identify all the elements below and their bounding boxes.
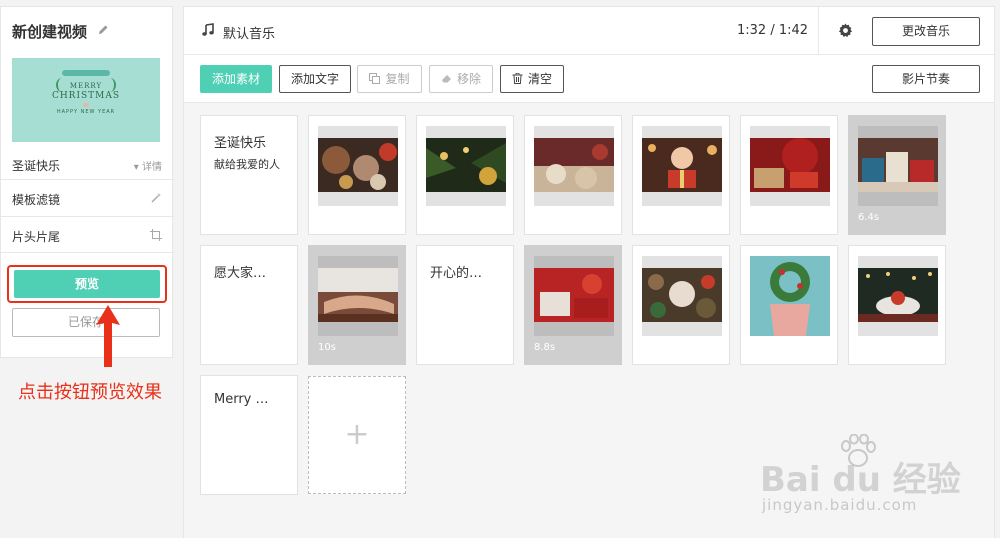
- move-button[interactable]: 移除: [429, 65, 493, 93]
- thumbnail-christmas-text: CHRISTMAS: [51, 91, 121, 101]
- image-card[interactable]: [740, 245, 838, 365]
- header-divider: [818, 7, 819, 55]
- photo-tree-bauble: [426, 138, 506, 192]
- plus-icon: +: [344, 417, 370, 452]
- photo-table-lights: [858, 268, 938, 322]
- text-card-title: 圣诞快乐: [214, 136, 267, 151]
- rhythm-button[interactable]: 影片节奏: [872, 65, 980, 93]
- image-card[interactable]: [848, 245, 946, 365]
- copy-icon: [369, 73, 381, 84]
- music-header: 默认音乐 1:32 / 1:42 更改音乐: [184, 7, 994, 55]
- music-name: 默认音乐: [223, 27, 276, 42]
- text-card[interactable]: 开心的…: [416, 245, 514, 365]
- move-label: 移除: [456, 72, 481, 86]
- pencil-icon[interactable]: [97, 24, 109, 36]
- copy-label: 复制: [385, 72, 410, 86]
- photo-red-gifts: [750, 138, 830, 192]
- filter-label: 模板滤镜: [12, 193, 61, 207]
- image-card[interactable]: [416, 115, 514, 235]
- clear-label: 清空: [527, 72, 552, 86]
- trash-icon: [512, 73, 523, 84]
- duration-label: 10s: [318, 342, 336, 353]
- text-card[interactable]: 愿大家…: [200, 245, 298, 365]
- crop-icon: [150, 229, 162, 241]
- duration-label: 8.8s: [534, 342, 556, 353]
- watermark-url: jingyan.baidu.com: [762, 496, 918, 514]
- clear-button[interactable]: 清空: [500, 65, 564, 93]
- saved-button[interactable]: 已保存: [12, 308, 160, 337]
- photo-hands: [318, 268, 398, 322]
- toolbar: 添加素材 添加文字 复制 移除 清空 影片节奏: [184, 55, 994, 103]
- photo-pinecones: [642, 268, 722, 322]
- watermark: Bai du 经验 jingyan.baidu.com: [760, 434, 975, 524]
- thumbnail-merry-text: MERRY: [69, 82, 103, 90]
- red-arrow-annotation: [96, 305, 120, 367]
- template-thumbnail[interactable]: MERRY CHRISTMAS HAPPY NEW YEAR: [12, 58, 160, 142]
- gear-icon[interactable]: [838, 23, 853, 38]
- preview-button[interactable]: 预览: [14, 270, 160, 298]
- image-card[interactable]: [632, 245, 730, 365]
- photo-wreath-door: [750, 256, 830, 336]
- eraser-icon: [441, 75, 451, 83]
- change-music-button[interactable]: 更改音乐: [872, 17, 980, 46]
- image-card[interactable]: 6.4s: [848, 115, 946, 235]
- add-text-button[interactable]: 添加文字: [279, 65, 351, 93]
- text-card[interactable]: 圣诞快乐 献给我爱的人: [200, 115, 298, 235]
- music-note-icon: [202, 23, 214, 36]
- template-name: 圣诞快乐: [12, 159, 61, 173]
- image-card[interactable]: [740, 115, 838, 235]
- copy-button[interactable]: 复制: [357, 65, 422, 93]
- text-card-title: 开心的…: [430, 266, 483, 281]
- image-card[interactable]: 8.8s: [524, 245, 622, 365]
- photo-gift-box: [534, 268, 614, 322]
- add-clip-button[interactable]: +: [308, 376, 406, 494]
- sidebar: 新创建视频 MERRY CHRISTMAS HAPPY NEW YEAR 圣诞快…: [0, 6, 174, 358]
- image-card[interactable]: [308, 115, 406, 235]
- intro-outro-row[interactable]: 片头片尾: [1, 216, 174, 253]
- image-card[interactable]: [632, 115, 730, 235]
- filter-row[interactable]: 模板滤镜: [1, 179, 174, 216]
- photo-cookies: [534, 138, 614, 192]
- add-material-button[interactable]: 添加素材: [200, 65, 272, 93]
- image-card[interactable]: 10s: [308, 245, 406, 365]
- photo-presents: [858, 138, 938, 192]
- thumbnail-newyear-text: HAPPY NEW YEAR: [56, 109, 116, 115]
- text-card-title: 愿大家…: [214, 266, 267, 281]
- detail-link[interactable]: ▾ 详情: [134, 158, 162, 173]
- thumbnail-banner: [62, 70, 110, 76]
- text-card-title: Merry …: [214, 392, 269, 407]
- intro-outro-label: 片头片尾: [12, 230, 61, 244]
- text-card-subtitle: 献给我爱的人: [214, 158, 280, 171]
- bow-decoration: [83, 103, 89, 107]
- photo-ornaments: [318, 138, 398, 192]
- image-card[interactable]: [524, 115, 622, 235]
- watermark-brand: Bai du 经验: [760, 460, 961, 500]
- template-row[interactable]: 圣诞快乐 ▾ 详情: [1, 149, 174, 179]
- detail-label: 详情: [142, 162, 162, 173]
- playback-time: 1:32 / 1:42: [737, 23, 809, 38]
- project-title: 新创建视频: [12, 23, 88, 41]
- duration-label: 6.4s: [858, 212, 880, 223]
- magic-wand-icon: [151, 193, 161, 203]
- text-card[interactable]: Merry …: [200, 375, 298, 495]
- annotation-text: 点击按钮预览效果: [18, 382, 162, 403]
- photo-child-gift: [642, 138, 722, 192]
